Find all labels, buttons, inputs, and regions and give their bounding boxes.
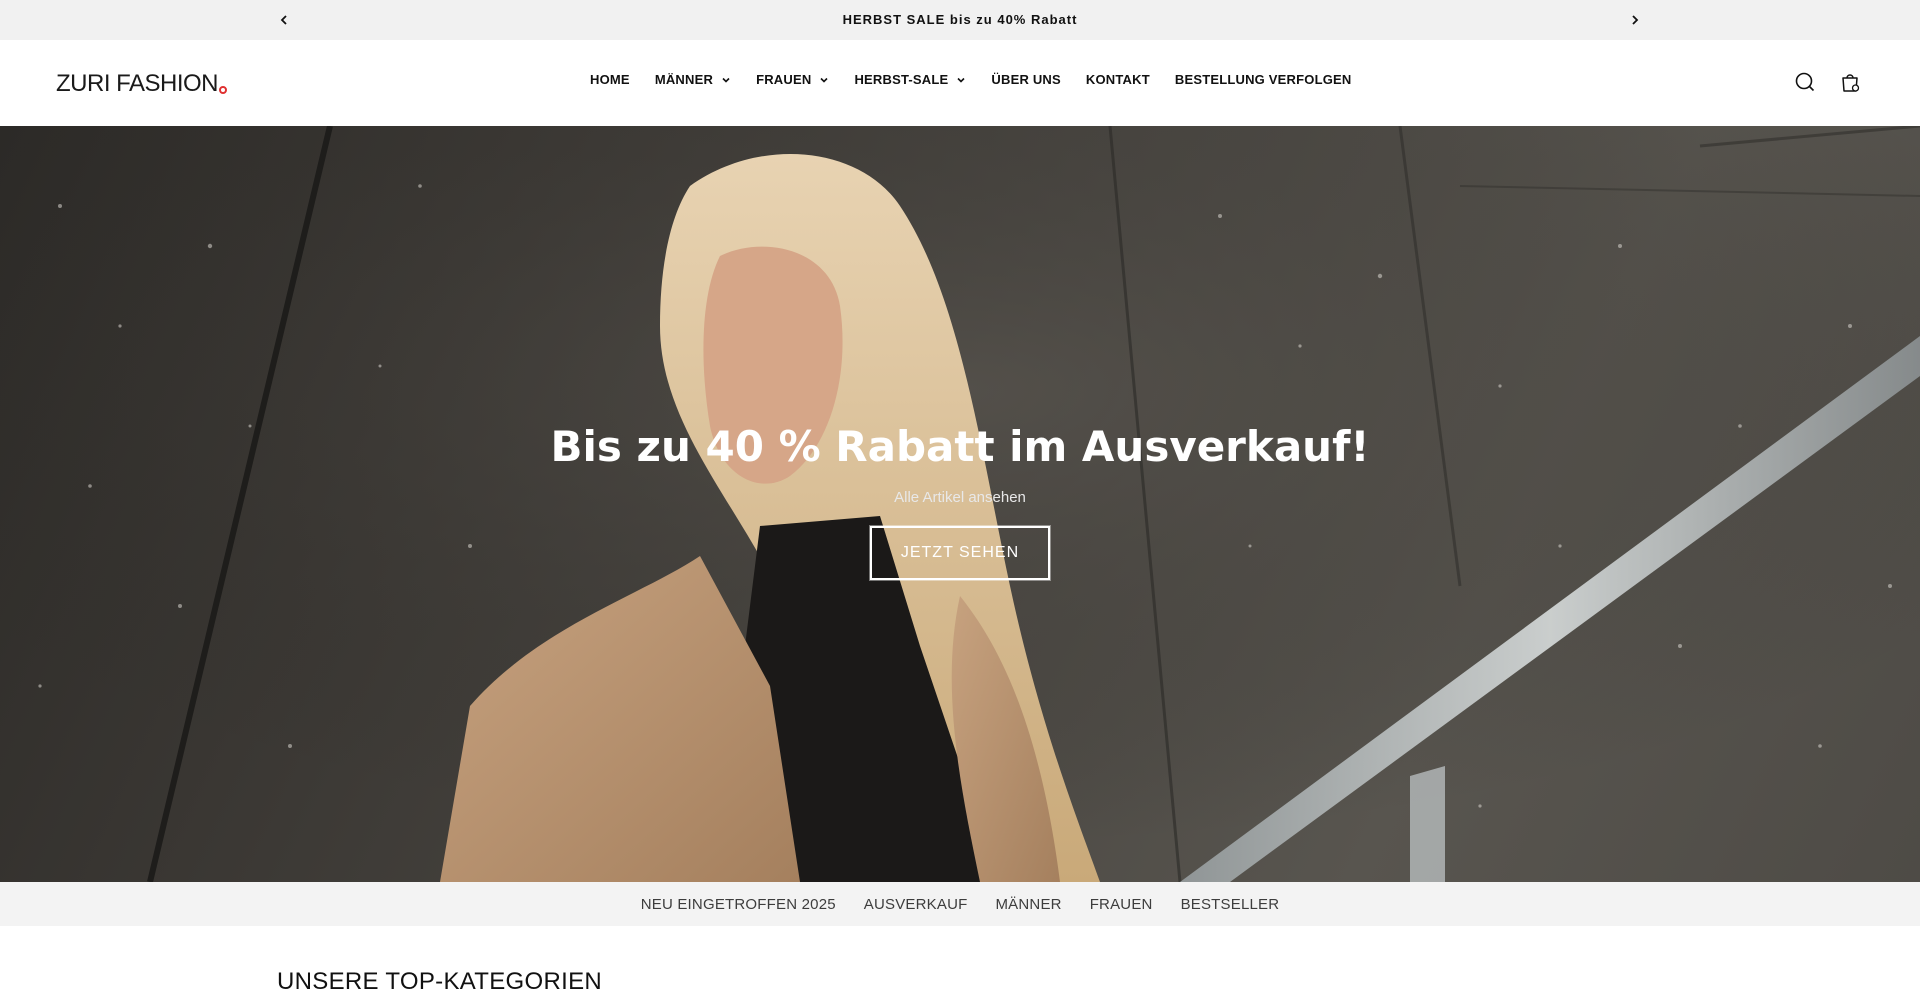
chevron-down-icon [722, 77, 730, 83]
nav-item-label: HOME [590, 72, 630, 87]
category-link-frauen[interactable]: FRAUEN [1090, 896, 1153, 913]
nav-item-kontakt[interactable]: KONTAKT [1086, 72, 1150, 87]
search-button[interactable] [1793, 70, 1817, 94]
nav-item-herbst-sale[interactable]: HERBST-SALE [854, 72, 966, 87]
nav-item-label: ÜBER UNS [991, 72, 1061, 87]
chevron-down-icon [820, 77, 829, 83]
nav-item-home[interactable]: HOME [590, 72, 630, 87]
chevron-down-icon [957, 77, 965, 83]
category-bar: NEU EINGETROFFEN 2025 AUSVERKAUF MÄNNER … [0, 882, 1920, 926]
hero-banner[interactable]: Bis zu 40 % Rabatt im Ausverkauf! Alle A… [0, 126, 1920, 882]
logo-text: ZURI FASHION [56, 70, 219, 97]
hero-subtitle[interactable]: Alle Artikel ansehen [0, 489, 1920, 506]
site-header: ZURI FASHION HOME MÄNNER FRAUEN HERBST-S… [0, 40, 1920, 126]
hero-title: Bis zu 40 % Rabatt im Ausverkauf! [550, 422, 1370, 471]
nav-item-label: FRAUEN [756, 72, 812, 87]
chevron-right-icon [1632, 15, 1639, 25]
category-link-maenner[interactable]: MÄNNER [995, 896, 1061, 913]
nav-item-bestellung-verfolgen[interactable]: BESTELLUNG VERFOLGEN [1175, 72, 1352, 87]
section-title: UNSERE TOP-KATEGORIEN [277, 968, 603, 993]
site-logo[interactable]: ZURI FASHION [56, 70, 228, 98]
nav-item-maenner[interactable]: MÄNNER [655, 72, 731, 87]
nav-item-label: HERBST-SALE [854, 72, 949, 87]
hero-content: Bis zu 40 % Rabatt im Ausverkauf! Alle A… [0, 422, 1920, 580]
nav-item-label: KONTAKT [1085, 72, 1150, 87]
logo-dot-icon [219, 86, 228, 94]
cart-icon [1842, 74, 1860, 92]
nav-item-frauen[interactable]: FRAUEN [756, 72, 829, 87]
nav-item-label: MÄNNER [654, 72, 714, 87]
next-announcement-button[interactable] [1621, 6, 1649, 34]
shop-now-button[interactable]: JETZT SEHEN [870, 526, 1050, 580]
category-link-neu[interactable]: NEU EINGETROFFEN 2025 [641, 896, 836, 913]
announcement-bar: HERBST SALE bis zu 40% Rabatt [0, 0, 1920, 40]
category-link-bestseller[interactable]: BESTSELLER [1181, 896, 1280, 913]
nav-item-label: BESTELLUNG VERFOLGEN [1174, 72, 1352, 87]
main-nav: HOME MÄNNER FRAUEN HERBST-SALE ÜBER UNS … [590, 72, 1352, 87]
search-icon [1795, 72, 1815, 92]
category-link-ausverkauf[interactable]: AUSVERKAUF [864, 896, 968, 913]
nav-item-ueber-uns[interactable]: ÜBER UNS [991, 72, 1061, 87]
cart-button[interactable] [1838, 70, 1862, 94]
